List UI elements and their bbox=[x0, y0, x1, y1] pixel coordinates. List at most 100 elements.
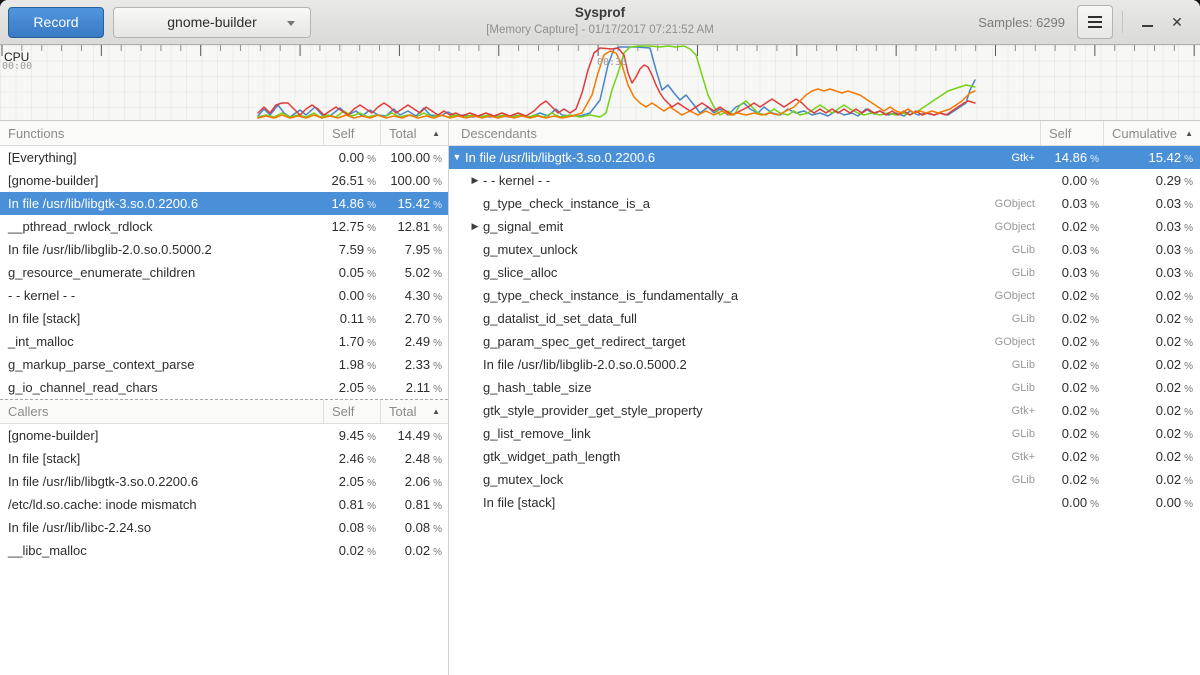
library-tag: GLib bbox=[1012, 428, 1035, 440]
table-row[interactable]: g_type_check_instance_is_fundamentally_a… bbox=[449, 284, 1200, 307]
descendants-column-header[interactable]: Descendants bbox=[449, 121, 1040, 145]
function-name: g_type_check_instance_is_a bbox=[483, 196, 995, 211]
function-name: [Everything] bbox=[0, 150, 323, 165]
table-row[interactable]: In file [stack] 0.00% 0.00% bbox=[449, 491, 1200, 514]
record-button[interactable]: Record bbox=[8, 7, 104, 38]
self-value: 0.08% bbox=[323, 520, 380, 535]
functions-list: [Everything] 0.00% 100.00% [gnome-builde… bbox=[0, 146, 448, 399]
table-row[interactable]: g_markup_parse_context_parse 1.98% 2.33% bbox=[0, 353, 448, 376]
table-row[interactable]: g_datalist_id_set_data_full GLib 0.02% 0… bbox=[449, 307, 1200, 330]
function-name: g_signal_emit bbox=[483, 219, 995, 234]
cumulative-value: 0.29% bbox=[1103, 173, 1200, 188]
self-column-header[interactable]: Self bbox=[323, 400, 380, 423]
table-row[interactable]: __pthread_rwlock_rdlock 12.75% 12.81% bbox=[0, 215, 448, 238]
close-icon: ✕ bbox=[1171, 15, 1183, 29]
self-column-header[interactable]: Self bbox=[323, 121, 380, 145]
total-value: 0.81% bbox=[380, 497, 448, 512]
total-value: 4.30% bbox=[380, 288, 448, 303]
sort-ascending-icon: ▲ bbox=[432, 407, 440, 416]
function-name: __libc_malloc bbox=[0, 543, 323, 558]
table-row[interactable]: - - kernel - - 0.00% 0.29% bbox=[449, 169, 1200, 192]
table-row[interactable]: In file /usr/lib/libgtk-3.so.0.2200.6 14… bbox=[0, 192, 448, 215]
function-name: gtk_style_provider_get_style_property bbox=[483, 403, 1011, 418]
hamburger-icon bbox=[1088, 21, 1102, 23]
table-row[interactable]: g_list_remove_link GLib 0.02% 0.02% bbox=[449, 422, 1200, 445]
minimize-button[interactable] bbox=[1132, 7, 1162, 37]
self-value: 0.00% bbox=[323, 288, 380, 303]
functions-header: Functions Self Total ▲ bbox=[0, 121, 448, 146]
table-row[interactable]: [gnome-builder] 26.51% 100.00% bbox=[0, 169, 448, 192]
table-row[interactable]: g_mutex_unlock GLib 0.03% 0.03% bbox=[449, 238, 1200, 261]
descendants-list: In file /usr/lib/libgtk-3.so.0.2200.6 Gt… bbox=[449, 146, 1200, 514]
table-row[interactable]: In file /usr/lib/libglib-2.0.so.0.5000.2… bbox=[0, 238, 448, 261]
expander-icon[interactable] bbox=[467, 169, 483, 192]
functions-column-header[interactable]: Functions bbox=[0, 121, 323, 145]
table-row[interactable]: In file /usr/lib/libgtk-3.so.0.2200.6 2.… bbox=[0, 470, 448, 493]
function-name: /etc/ld.so.cache: inode mismatch bbox=[0, 497, 323, 512]
function-name: In file /usr/lib/libc-2.24.so bbox=[0, 520, 323, 535]
self-value: 26.51% bbox=[323, 173, 380, 188]
callers-header: Callers Self Total ▲ bbox=[0, 399, 448, 424]
table-row[interactable]: /etc/ld.so.cache: inode mismatch 0.81% 0… bbox=[0, 493, 448, 516]
table-row[interactable]: g_signal_emit GObject 0.02% 0.03% bbox=[449, 215, 1200, 238]
chevron-down-icon bbox=[287, 21, 295, 26]
table-row[interactable]: gtk_style_provider_get_style_property Gt… bbox=[449, 399, 1200, 422]
self-value: 1.98% bbox=[323, 357, 380, 372]
table-row[interactable]: In file [stack] 2.46% 2.48% bbox=[0, 447, 448, 470]
table-row[interactable]: In file /usr/lib/libgtk-3.so.0.2200.6 Gt… bbox=[449, 146, 1200, 169]
self-value: 2.46% bbox=[323, 451, 380, 466]
time-label-mid: 00:30 bbox=[597, 57, 627, 68]
function-name: In file [stack] bbox=[0, 451, 323, 466]
total-value: 2.11% bbox=[380, 380, 448, 395]
total-column-header[interactable]: Total ▲ bbox=[380, 400, 448, 423]
total-value: 0.08% bbox=[380, 520, 448, 535]
table-row[interactable]: In file [stack] 0.11% 2.70% bbox=[0, 307, 448, 330]
table-row[interactable]: __libc_malloc 0.02% 0.02% bbox=[0, 539, 448, 562]
window-title-area: Sysprof [Memory Capture] - 01/17/2017 07… bbox=[486, 5, 714, 37]
self-value: 0.02% bbox=[1040, 357, 1103, 372]
close-button[interactable]: ✕ bbox=[1162, 7, 1192, 37]
table-row[interactable]: g_io_channel_read_chars 2.05% 2.11% bbox=[0, 376, 448, 399]
self-value: 7.59% bbox=[323, 242, 380, 257]
cumulative-column-header[interactable]: Cumulative ▲ bbox=[1103, 121, 1200, 145]
table-row[interactable]: [gnome-builder] 9.45% 14.49% bbox=[0, 424, 448, 447]
menu-button[interactable] bbox=[1077, 5, 1113, 39]
table-row[interactable]: g_type_check_instance_is_a GObject 0.03%… bbox=[449, 192, 1200, 215]
function-name: g_mutex_lock bbox=[483, 472, 1012, 487]
table-row[interactable]: g_mutex_lock GLib 0.02% 0.02% bbox=[449, 468, 1200, 491]
function-name: g_datalist_id_set_data_full bbox=[483, 311, 1012, 326]
table-row[interactable]: g_param_spec_get_redirect_target GObject… bbox=[449, 330, 1200, 353]
table-row[interactable]: g_hash_table_size GLib 0.02% 0.02% bbox=[449, 376, 1200, 399]
library-tag: GLib bbox=[1012, 267, 1035, 279]
function-name: [gnome-builder] bbox=[0, 428, 323, 443]
callers-column-header[interactable]: Callers bbox=[0, 400, 323, 423]
table-row[interactable]: g_resource_enumerate_children 0.05% 5.02… bbox=[0, 261, 448, 284]
expander-icon[interactable] bbox=[467, 215, 483, 238]
callers-list: [gnome-builder] 9.45% 14.49% In file [st… bbox=[0, 424, 448, 562]
self-value: 9.45% bbox=[323, 428, 380, 443]
self-value: 0.81% bbox=[323, 497, 380, 512]
function-name: g_slice_alloc bbox=[483, 265, 1012, 280]
table-row[interactable]: _int_malloc 1.70% 2.49% bbox=[0, 330, 448, 353]
table-row[interactable]: gtk_widget_path_length Gtk+ 0.02% 0.02% bbox=[449, 445, 1200, 468]
function-name: g_mutex_unlock bbox=[483, 242, 1012, 257]
minimize-icon bbox=[1142, 25, 1153, 27]
total-value: 12.81% bbox=[380, 219, 448, 234]
self-value: 0.03% bbox=[1040, 242, 1103, 257]
profile-content: Functions Self Total ▲ [Everything] 0.00… bbox=[0, 121, 1200, 675]
library-tag: Gtk+ bbox=[1011, 451, 1035, 463]
process-selector-dropdown[interactable]: gnome-builder bbox=[113, 7, 311, 38]
function-name: - - kernel - - bbox=[0, 288, 323, 303]
function-name: g_type_check_instance_is_fundamentally_a bbox=[483, 288, 995, 303]
table-row[interactable]: - - kernel - - 0.00% 4.30% bbox=[0, 284, 448, 307]
library-tag: GObject bbox=[995, 198, 1035, 210]
cumulative-value: 0.02% bbox=[1103, 334, 1200, 349]
table-row[interactable]: In file /usr/lib/libc-2.24.so 0.08% 0.08… bbox=[0, 516, 448, 539]
table-row[interactable]: [Everything] 0.00% 100.00% bbox=[0, 146, 448, 169]
expander-icon[interactable] bbox=[449, 146, 465, 169]
table-row[interactable]: In file /usr/lib/libglib-2.0.so.0.5000.2… bbox=[449, 353, 1200, 376]
cpu-graph[interactable]: CPU 00:00 00:30 bbox=[0, 45, 1200, 121]
total-column-header[interactable]: Total ▲ bbox=[380, 121, 448, 145]
self-column-header[interactable]: Self bbox=[1040, 121, 1103, 145]
table-row[interactable]: g_slice_alloc GLib 0.03% 0.03% bbox=[449, 261, 1200, 284]
